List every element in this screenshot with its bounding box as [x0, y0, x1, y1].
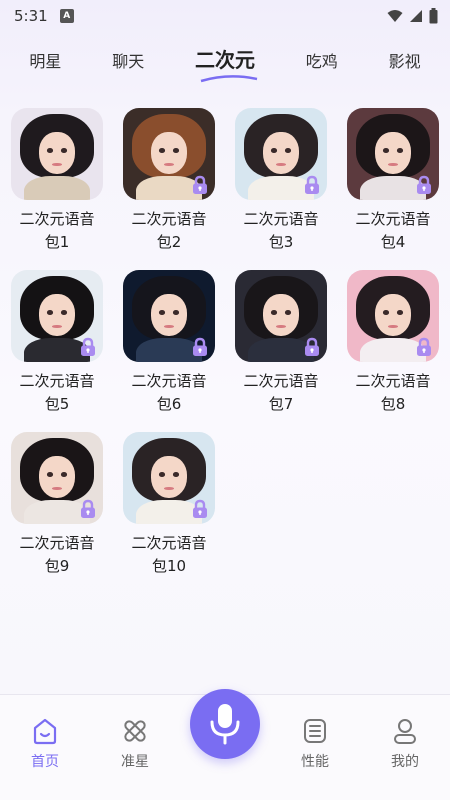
wifi-icon	[387, 10, 403, 22]
voice-pack-card[interactable]: 二次元语音 包3	[225, 108, 337, 254]
nav-crosshair[interactable]: 准星	[105, 717, 165, 771]
voice-pack-title: 二次元语音 包6	[131, 372, 207, 413]
voice-pack-avatar	[11, 270, 103, 362]
voice-pack-card[interactable]: 二次元语音 包7	[225, 270, 337, 416]
signal-icon	[410, 10, 422, 22]
tab-anime[interactable]: 二次元	[195, 42, 258, 83]
voice-pack-avatar	[123, 108, 215, 200]
lock-icon	[81, 499, 95, 518]
status-icons	[387, 8, 438, 24]
profile-icon	[394, 719, 416, 744]
nav-home[interactable]: 首页	[15, 717, 75, 771]
lock-icon	[417, 337, 431, 356]
nav-profile[interactable]: 我的	[375, 717, 435, 771]
lock-icon	[193, 175, 207, 194]
nav-performance[interactable]: 性能	[285, 717, 345, 771]
microphone-button[interactable]	[190, 689, 260, 759]
app-notification-icon: A	[59, 9, 74, 23]
lock-icon	[417, 175, 431, 194]
voice-pack-avatar	[235, 270, 327, 362]
nav-home-label: 首页	[31, 754, 59, 770]
microphone-icon	[210, 704, 240, 745]
voice-pack-card[interactable]: 二次元语音 包8	[337, 270, 449, 416]
voice-pack-title: 二次元语音 包9	[19, 534, 95, 575]
voice-pack-card[interactable]: 二次元语音 包4	[337, 108, 449, 254]
battery-icon	[429, 8, 438, 24]
voice-pack-grid: 二次元语音 包1 二次元语音 包2 二次元语音 包3 二次元语音 包4 二次元语…	[0, 108, 450, 578]
voice-pack-avatar	[347, 270, 439, 362]
voice-pack-title: 二次元语音 包7	[243, 372, 319, 413]
lock-icon	[305, 175, 319, 194]
crosshair-icon	[124, 720, 146, 742]
voice-pack-title: 二次元语音 包2	[131, 210, 207, 251]
status-bar: 5:31 A	[0, 0, 450, 32]
nav-performance-label: 性能	[301, 754, 329, 770]
voice-pack-card[interactable]: 二次元语音 包10	[113, 432, 225, 578]
tab-pubg[interactable]: 吃鸡	[306, 42, 338, 72]
tab-stars[interactable]: 明星	[29, 42, 61, 72]
voice-pack-avatar	[11, 108, 103, 200]
tab-active-indicator	[200, 75, 258, 83]
voice-pack-card[interactable]: 二次元语音 包9	[1, 432, 113, 578]
voice-pack-title: 二次元语音 包3	[243, 210, 319, 251]
status-time: 5:31	[14, 7, 48, 25]
voice-pack-title: 二次元语音 包5	[19, 372, 95, 413]
voice-pack-avatar	[11, 432, 103, 524]
lock-icon	[81, 337, 95, 356]
voice-pack-avatar	[123, 270, 215, 362]
voice-pack-title: 二次元语音 包1	[19, 210, 95, 251]
category-tabs: 明星 聊天 二次元 吃鸡 影视	[0, 42, 450, 83]
lock-icon	[193, 499, 207, 518]
voice-pack-title: 二次元语音 包8	[355, 372, 431, 413]
nav-profile-label: 我的	[391, 754, 419, 770]
voice-pack-avatar	[123, 432, 215, 524]
voice-pack-card[interactable]: 二次元语音 包1	[1, 108, 113, 254]
performance-icon	[304, 719, 326, 743]
voice-pack-card[interactable]: 二次元语音 包5	[1, 270, 113, 416]
home-icon	[33, 718, 57, 745]
nav-crosshair-label: 准星	[121, 754, 149, 770]
voice-pack-card[interactable]: 二次元语音 包6	[113, 270, 225, 416]
voice-pack-avatar	[235, 108, 327, 200]
tab-chat[interactable]: 聊天	[112, 42, 144, 72]
lock-icon	[193, 337, 207, 356]
voice-pack-title: 二次元语音 包4	[355, 210, 431, 251]
voice-pack-title: 二次元语音 包10	[131, 534, 207, 575]
lock-icon	[305, 337, 319, 356]
voice-pack-avatar	[347, 108, 439, 200]
tab-movies[interactable]: 影视	[389, 42, 421, 72]
voice-pack-card[interactable]: 二次元语音 包2	[113, 108, 225, 254]
